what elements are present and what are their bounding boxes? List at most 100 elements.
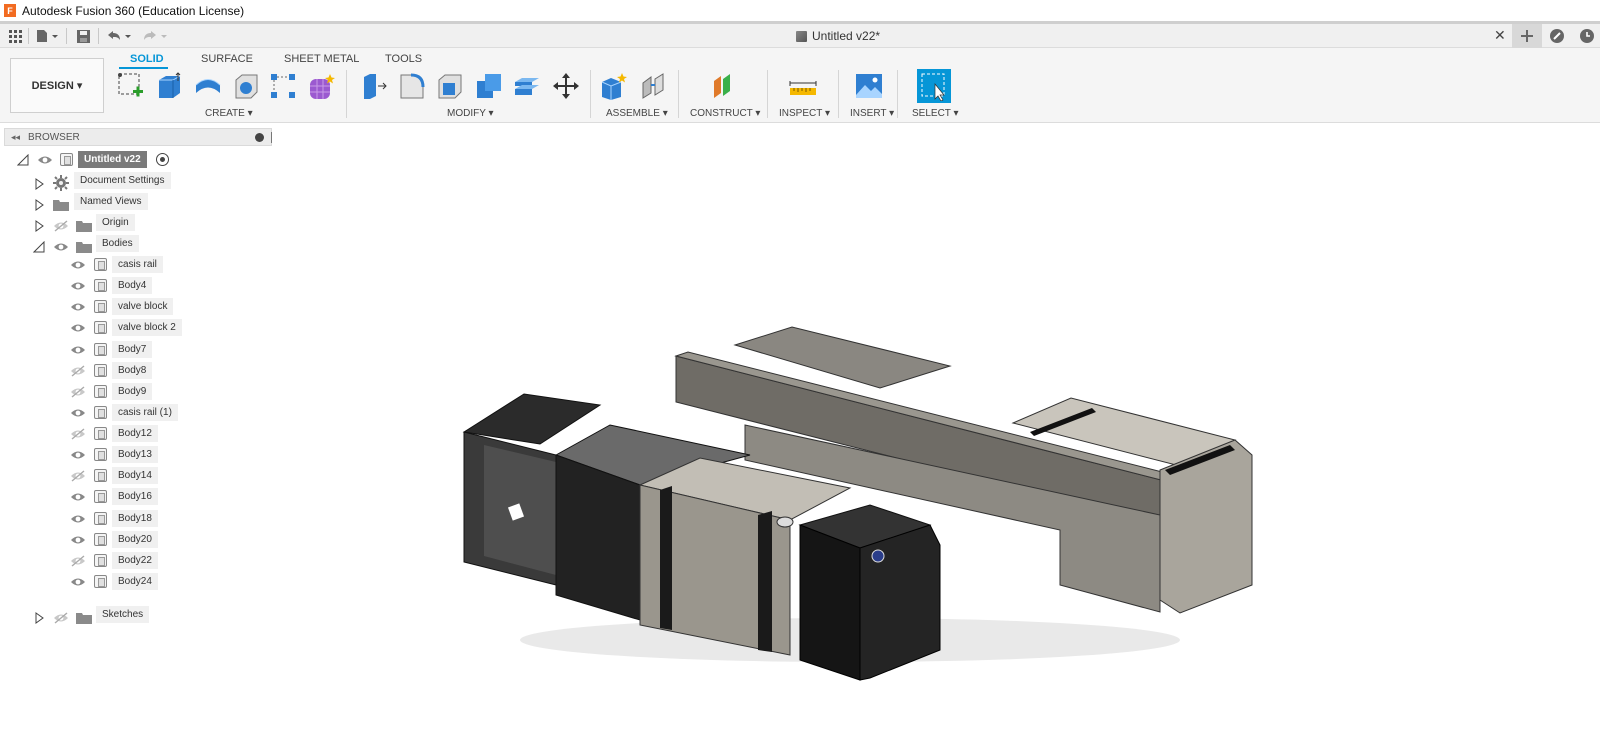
grid-icon[interactable] (6, 27, 24, 45)
browser-item-origin[interactable]: Origin (96, 214, 135, 231)
job-status-icon[interactable] (1542, 24, 1572, 48)
browser-body-item[interactable]: Body7 (112, 340, 153, 358)
expand-triangle-icon[interactable] (33, 199, 45, 211)
browser-item-sketches[interactable]: Sketches (96, 606, 150, 623)
tab-surface[interactable]: SURFACE (201, 53, 253, 65)
move-icon[interactable] (550, 70, 582, 102)
browser-body-item[interactable]: Body13 (112, 446, 158, 464)
browser-body-item[interactable]: Body9 (112, 382, 153, 400)
visibility-eye-icon[interactable] (70, 344, 86, 356)
browser-item-bodies[interactable]: Bodies (96, 235, 139, 252)
expand-triangle-icon[interactable] (33, 612, 45, 624)
visibility-eye-icon[interactable] (70, 386, 86, 398)
component-icon (60, 153, 73, 166)
body-icon (94, 258, 107, 271)
browser-body-item[interactable]: Body18 (112, 509, 158, 527)
browser-body-item[interactable]: Body14 (112, 467, 158, 485)
collapse-triangle-icon[interactable] (32, 240, 45, 253)
model-render[interactable] (272, 124, 1600, 731)
browser-body-item[interactable]: valve block 2 (112, 319, 182, 337)
browser-body-item[interactable]: Body20 (112, 530, 158, 548)
browser-body-item[interactable]: casis rail (1) (112, 403, 178, 421)
new-component-icon[interactable] (598, 70, 630, 102)
browser-body-item[interactable]: Body22 (112, 551, 158, 569)
visibility-eye-icon[interactable] (70, 470, 86, 482)
visibility-eye-icon[interactable] (53, 241, 69, 253)
expand-triangle-icon[interactable] (33, 220, 45, 232)
visibility-eye-icon[interactable] (70, 365, 86, 377)
modify-group-label[interactable]: MODIFY ▾ (447, 108, 494, 119)
visibility-eye-icon[interactable] (70, 259, 86, 271)
assemble-group-label[interactable]: ASSEMBLE ▾ (606, 108, 668, 119)
pattern-icon[interactable] (267, 70, 299, 102)
combine-icon[interactable] (473, 70, 505, 102)
undo-icon[interactable] (104, 27, 134, 45)
body-icon (94, 342, 107, 356)
select-group-label[interactable]: SELECT ▾ (912, 108, 959, 119)
revolve-icon[interactable] (192, 70, 224, 102)
visibility-eye-icon[interactable] (70, 407, 86, 419)
visibility-eye-icon[interactable] (70, 576, 86, 588)
browser-item-named-views[interactable]: Named Views (74, 193, 148, 210)
save-icon[interactable] (74, 27, 92, 45)
expand-triangle-icon[interactable] (33, 178, 45, 190)
visibility-eye-icon[interactable] (70, 449, 86, 461)
tab-solid[interactable]: SOLID (130, 53, 164, 65)
browser-body-item[interactable]: Body24 (112, 572, 158, 590)
offset-face-icon[interactable] (511, 70, 543, 102)
collapse-panel-icon[interactable]: ◂◂ (11, 132, 20, 143)
redo-icon[interactable] (140, 27, 170, 45)
extrude-icon[interactable] (153, 70, 185, 102)
plus-icon[interactable] (1512, 24, 1542, 48)
collapse-triangle-icon[interactable] (16, 153, 29, 166)
joint-icon[interactable] (638, 70, 670, 102)
browser-body-item[interactable]: Body8 (112, 361, 153, 379)
visibility-eye-icon[interactable] (37, 154, 53, 166)
workspace-switcher[interactable]: DESIGN ▾ (10, 58, 104, 113)
browser-body-item[interactable]: casis rail (112, 256, 163, 273)
canvas-viewport[interactable] (272, 124, 1600, 731)
hole-icon[interactable] (230, 70, 262, 102)
visibility-eye-icon[interactable] (70, 322, 86, 334)
tab-tools[interactable]: TOOLS (385, 53, 422, 65)
measure-icon[interactable] (787, 70, 819, 102)
create-sketch-icon[interactable] (115, 70, 147, 102)
clock-icon[interactable] (1572, 24, 1600, 48)
shell-icon[interactable] (434, 70, 466, 102)
browser-body-item[interactable]: Body12 (112, 425, 158, 443)
ribbon-divider (838, 70, 839, 118)
browser-body-item[interactable]: Body4 (112, 277, 153, 295)
pin-icon[interactable] (255, 133, 264, 142)
offset-plane-icon[interactable] (707, 70, 739, 102)
visibility-eye-icon[interactable] (70, 513, 86, 525)
visibility-eye-icon[interactable] (70, 280, 86, 292)
visibility-eye-icon[interactable] (70, 555, 86, 567)
browser-root-label[interactable]: Untitled v22 (78, 151, 147, 168)
browser-body-item[interactable]: Body16 (112, 488, 158, 506)
inspect-group-label[interactable]: INSPECT ▾ (779, 108, 830, 119)
construct-group-label[interactable]: CONSTRUCT ▾ (690, 108, 760, 119)
body-icon (94, 553, 107, 567)
visibility-eye-icon[interactable] (70, 428, 86, 440)
tab-sheet-metal[interactable]: SHEET METAL (284, 53, 359, 65)
select-icon[interactable] (917, 69, 951, 103)
close-tab-icon[interactable]: ✕ (1494, 27, 1506, 44)
create-group-label[interactable]: CREATE ▾ (205, 108, 253, 119)
document-tab[interactable]: Untitled v22* (796, 29, 880, 43)
create-form-icon[interactable] (305, 70, 337, 102)
file-icon[interactable] (34, 27, 62, 45)
visibility-eye-icon[interactable] (70, 301, 86, 313)
insert-group-label[interactable]: INSERT ▾ (850, 108, 894, 119)
visibility-eye-icon[interactable] (70, 491, 86, 503)
activate-radio-icon[interactable] (156, 153, 169, 166)
body-icon (94, 405, 107, 419)
visibility-eye-icon[interactable] (53, 220, 69, 232)
visibility-eye-icon[interactable] (70, 534, 86, 546)
browser-body-item[interactable]: valve block (112, 298, 174, 316)
insert-image-icon[interactable] (853, 70, 885, 102)
press-pull-icon[interactable] (357, 70, 389, 102)
fillet-icon[interactable] (396, 70, 428, 102)
ribbon-divider (767, 70, 768, 118)
visibility-eye-icon[interactable] (53, 612, 69, 624)
browser-item-document-settings[interactable]: Document Settings (74, 172, 171, 189)
